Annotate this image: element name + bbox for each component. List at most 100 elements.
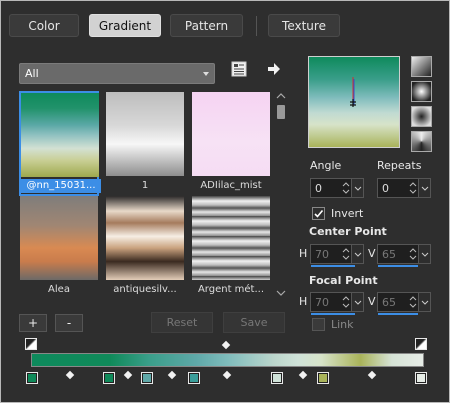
gradient-thumbnail-grid: @nn_15031... 1 ADIilac_mist Alea antique… — [19, 91, 271, 298]
color-stop[interactable] — [141, 372, 153, 384]
center-v-level — [378, 265, 418, 267]
invert-checkbox[interactable] — [312, 207, 325, 220]
color-stop-swatch — [190, 374, 198, 382]
gradient-thumbnail[interactable]: @nn_15031... — [19, 91, 101, 196]
repeats-label: Repeats — [377, 159, 422, 172]
gradient-thumbnail[interactable]: 1 — [105, 91, 185, 196]
thumbnail-label: 1 — [141, 180, 149, 191]
color-midpoint[interactable] — [298, 370, 308, 380]
opacity-midpoint[interactable] — [221, 340, 231, 350]
center-v-label: V — [368, 247, 376, 260]
chevron-down-icon[interactable] — [418, 245, 430, 263]
link-label: Link — [331, 318, 354, 331]
spin-arrows-icon[interactable] — [408, 246, 418, 262]
thumbnail-label: @nn_15031... — [21, 179, 101, 193]
focal-h-value: 70 — [315, 295, 329, 309]
thumbnail-label: Argent mét... — [197, 284, 265, 295]
center-v-value: 65 — [382, 247, 396, 261]
focal-point-icon[interactable] — [309, 57, 401, 149]
color-stop[interactable] — [103, 372, 115, 384]
library-icon[interactable] — [230, 60, 248, 78]
chevron-down-icon[interactable] — [351, 179, 363, 197]
color-stop-swatch — [273, 374, 281, 382]
center-h-value: 70 — [315, 247, 329, 261]
focal-v-value: 65 — [382, 295, 396, 309]
thumbnail-label: Alea — [48, 284, 70, 295]
center-h-level — [311, 265, 355, 267]
scrollbar-thumb[interactable] — [277, 105, 285, 119]
focal-h-level — [311, 313, 355, 315]
tab-color[interactable]: Color — [9, 14, 79, 37]
thumbnail-label: ADIilac_mist — [200, 180, 262, 191]
add-button[interactable]: + — [19, 314, 47, 332]
spin-arrows-icon[interactable] — [341, 294, 351, 310]
linear-style-button[interactable] — [411, 56, 432, 77]
remove-button[interactable]: - — [55, 314, 83, 332]
sunburst-style-button[interactable] — [411, 131, 432, 152]
color-stop-swatch — [28, 374, 36, 382]
gradient-swatch — [106, 92, 184, 176]
chevron-down-icon[interactable] — [351, 245, 363, 263]
color-stop[interactable] — [271, 372, 283, 384]
reset-button[interactable]: Reset — [151, 312, 213, 333]
gradient-thumbnail[interactable]: Alea — [19, 195, 99, 298]
color-stop-swatch — [105, 374, 113, 382]
thumbnail-label: antiquesilv... — [113, 284, 177, 295]
focal-h-label: H — [299, 295, 308, 308]
center-v-spinner[interactable]: 65 — [377, 244, 431, 267]
spin-arrows-icon[interactable] — [341, 180, 351, 196]
opacity-stop[interactable] — [25, 338, 37, 350]
gradient-swatch — [20, 196, 98, 280]
color-midpoint[interactable] — [222, 370, 232, 380]
angle-value: 0 — [315, 181, 322, 195]
chevron-down-icon[interactable] — [418, 293, 430, 311]
tab-gradient[interactable]: Gradient — [89, 14, 161, 37]
angle-spinner[interactable]: 0 — [310, 178, 364, 198]
spin-arrows-icon[interactable] — [408, 180, 418, 196]
spin-arrows-icon[interactable] — [408, 294, 418, 310]
center-h-spinner[interactable]: 70 — [310, 244, 364, 267]
arrow-right-icon[interactable] — [265, 60, 283, 78]
link-checkbox[interactable] — [312, 318, 325, 331]
tab-separator — [256, 16, 257, 36]
chevron-down-icon[interactable] — [418, 179, 430, 197]
category-select[interactable]: All — [19, 63, 215, 84]
chevron-down-icon[interactable] — [275, 288, 287, 298]
category-select-value: All — [25, 67, 39, 80]
color-midpoint[interactable] — [367, 370, 377, 380]
gradient-thumbnail[interactable]: Argent mét... — [191, 195, 271, 298]
gradient-thumbnail[interactable]: ADIilac_mist — [191, 91, 271, 196]
chevron-down-icon[interactable] — [351, 293, 363, 311]
opacity-stop[interactable] — [415, 338, 427, 350]
gradient-dialog: Color Gradient Pattern Texture All @nn_1… — [0, 0, 450, 403]
save-button[interactable]: Save — [223, 312, 285, 333]
chevron-up-icon[interactable] — [275, 91, 287, 101]
focal-v-spinner[interactable]: 65 — [377, 292, 431, 315]
color-stop[interactable] — [415, 372, 427, 384]
gradient-swatch — [106, 196, 184, 280]
spin-arrows-icon[interactable] — [341, 246, 351, 262]
color-stop[interactable] — [26, 372, 38, 384]
gradient-preview[interactable] — [308, 56, 400, 148]
color-stop-swatch — [143, 374, 151, 382]
color-midpoint[interactable] — [167, 370, 177, 380]
tab-texture[interactable]: Texture — [268, 14, 340, 37]
center-h-label: H — [299, 247, 308, 260]
thumbnail-scrollbar[interactable] — [275, 91, 287, 298]
radial-style-button[interactable] — [411, 81, 432, 102]
color-midpoint[interactable] — [123, 370, 133, 380]
color-stop-swatch — [417, 374, 425, 382]
color-midpoint[interactable] — [65, 370, 75, 380]
rectangular-style-button[interactable] — [411, 106, 432, 127]
checkmark-icon — [314, 209, 324, 218]
color-stop[interactable] — [317, 372, 329, 384]
repeats-spinner[interactable]: 0 — [377, 178, 431, 198]
gradient-thumbnail[interactable]: antiquesilv... — [105, 195, 185, 298]
color-stop[interactable] — [188, 372, 200, 384]
gradient-bar[interactable] — [31, 353, 424, 367]
gradient-swatch — [192, 196, 270, 280]
tab-pattern[interactable]: Pattern — [170, 14, 243, 37]
chevron-down-icon — [203, 72, 209, 76]
focal-h-spinner[interactable]: 70 — [310, 292, 364, 315]
center-point-label: Center Point — [309, 225, 387, 238]
